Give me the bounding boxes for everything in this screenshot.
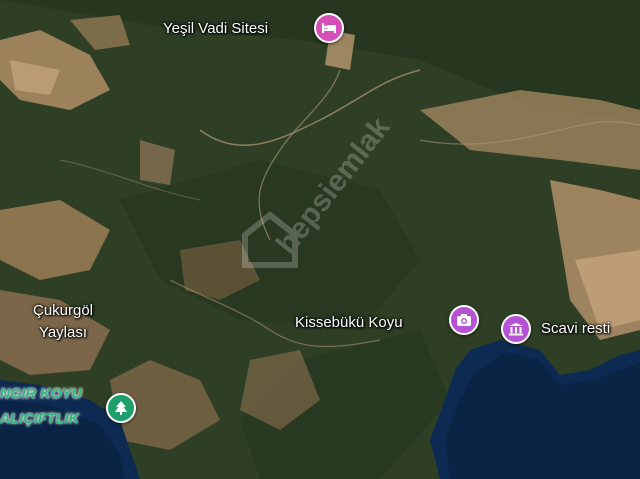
place-label-kissebuku[interactable]: Kissebükü Koyu: [295, 314, 403, 331]
place-label-scavi-resti[interactable]: Scavi resti: [541, 320, 610, 337]
satellite-terrain: [0, 0, 640, 479]
hotel-pin[interactable]: [314, 13, 344, 43]
satellite-map[interactable]: hepsiemlak Yeşil Vadi Sitesi Çukurgöl Ya…: [0, 0, 640, 479]
place-label-cukurgol[interactable]: Çukurgöl Yaylası: [8, 300, 118, 344]
viewpoint-pin[interactable]: [449, 305, 479, 335]
place-label-park-line1[interactable]: NGIR KOYU: [0, 385, 82, 401]
park-pin[interactable]: [106, 393, 136, 423]
camera-icon: [457, 314, 471, 326]
ruins-pin[interactable]: [501, 314, 531, 344]
tree-icon: [115, 401, 127, 415]
place-label-yesil-vadi[interactable]: Yeşil Vadi Sitesi: [163, 20, 268, 37]
bed-icon: [322, 23, 336, 33]
museum-icon: [509, 323, 523, 336]
place-label-park-line2[interactable]: ALIÇIFTLIK: [0, 410, 79, 426]
